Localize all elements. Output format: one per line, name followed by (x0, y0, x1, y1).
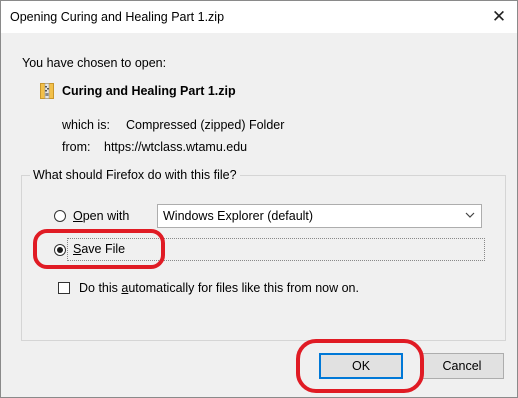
open-with-radio[interactable] (54, 210, 66, 222)
chevron-down-icon (465, 212, 475, 218)
ok-annotation-circle (296, 339, 424, 393)
auto-action-label[interactable]: Do this automatically for files like thi… (79, 281, 359, 295)
open-with-label[interactable]: Open with (73, 209, 129, 223)
auto-action-checkbox[interactable] (58, 282, 70, 294)
file-type-label: which is: (62, 118, 110, 132)
dialog-title: Opening Curing and Healing Part 1.zip (10, 10, 225, 24)
action-group-legend: What should Firefox do with this file? (30, 168, 240, 182)
download-dialog: Opening Curing and Healing Part 1.zip ✕ … (0, 0, 518, 398)
file-name: Curing and Healing Part 1.zip (62, 84, 236, 98)
save-file-annotation-circle (33, 229, 165, 269)
file-type-value: Compressed (zipped) Folder (126, 118, 285, 132)
cancel-button[interactable]: Cancel (420, 353, 504, 379)
intro-text: You have chosen to open: (22, 56, 167, 70)
open-with-app-select[interactable]: Windows Explorer (default) (157, 204, 482, 228)
file-source-label: from: (62, 140, 91, 154)
file-source-value: https://wtclass.wtamu.edu (104, 140, 248, 154)
open-with-app-value: Windows Explorer (default) (163, 209, 314, 223)
close-icon[interactable]: ✕ (487, 5, 511, 29)
zip-folder-icon (40, 83, 54, 99)
title-bar: Opening Curing and Healing Part 1.zip ✕ (1, 1, 517, 33)
